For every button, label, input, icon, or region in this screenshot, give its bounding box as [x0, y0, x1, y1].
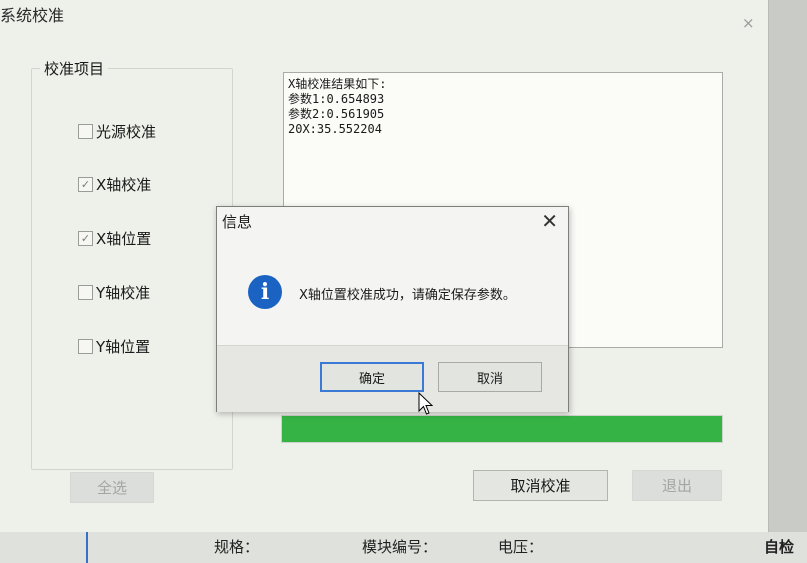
info-icon: i	[248, 275, 282, 309]
background-divider	[86, 532, 88, 563]
dialog-message: X轴位置校准成功，请确定保存参数。	[299, 288, 516, 303]
result-line: 参数2:0.561905	[288, 107, 385, 121]
mouse-cursor-icon	[418, 392, 434, 415]
checkbox-label: Y轴校准	[96, 284, 151, 302]
checkbox-checked-icon[interactable]: ✓	[78, 177, 93, 192]
checkbox-light-source[interactable]: 光源校准	[78, 121, 156, 142]
dialog-title: 信息	[222, 213, 253, 231]
checkbox-y-axis-calibration[interactable]: Y轴校准	[78, 282, 150, 303]
checkbox-icon[interactable]	[78, 285, 93, 300]
checkbox-icon[interactable]	[78, 124, 93, 139]
exit-button[interactable]: 退出	[632, 470, 722, 501]
result-line: 参数1:0.654893	[288, 92, 385, 106]
checkbox-y-axis-position[interactable]: Y轴位置	[78, 336, 150, 357]
background-label-spec: 规格：	[214, 538, 260, 556]
result-line: 20X:35.552204	[288, 122, 382, 136]
window-close-icon[interactable]: ×	[742, 14, 755, 32]
info-dialog: 信息 ✕ i X轴位置校准成功，请确定保存参数。 确定 取消	[216, 206, 569, 412]
background-label-voltage: 电压：	[498, 538, 544, 556]
progress-fill	[282, 416, 722, 442]
background-label-module: 模块编号：	[362, 538, 438, 556]
cancel-calibration-button[interactable]: 取消校准	[473, 470, 608, 501]
checkbox-label: 光源校准	[96, 123, 157, 141]
group-title: 校准项目	[40, 58, 109, 79]
checkbox-icon[interactable]	[78, 339, 93, 354]
background-label-selfcheck: 自检	[764, 538, 795, 556]
checkbox-x-axis-position[interactable]: ✓ X轴位置	[78, 228, 151, 249]
checkbox-label: X轴位置	[96, 230, 152, 248]
checkbox-label: Y轴位置	[96, 338, 151, 356]
cancel-button[interactable]: 取消	[438, 362, 542, 392]
result-line: X轴校准结果如下:	[288, 77, 387, 91]
ok-button[interactable]: 确定	[320, 362, 424, 392]
checkbox-checked-icon[interactable]: ✓	[78, 231, 93, 246]
select-all-button[interactable]: 全选	[70, 472, 154, 503]
calibration-progress-bar	[281, 415, 723, 443]
window-title: 系统校准	[0, 6, 65, 25]
dialog-close-icon[interactable]: ✕	[541, 211, 558, 231]
checkbox-x-axis-calibration[interactable]: ✓ X轴校准	[78, 174, 151, 195]
checkbox-label: X轴校准	[96, 176, 152, 194]
